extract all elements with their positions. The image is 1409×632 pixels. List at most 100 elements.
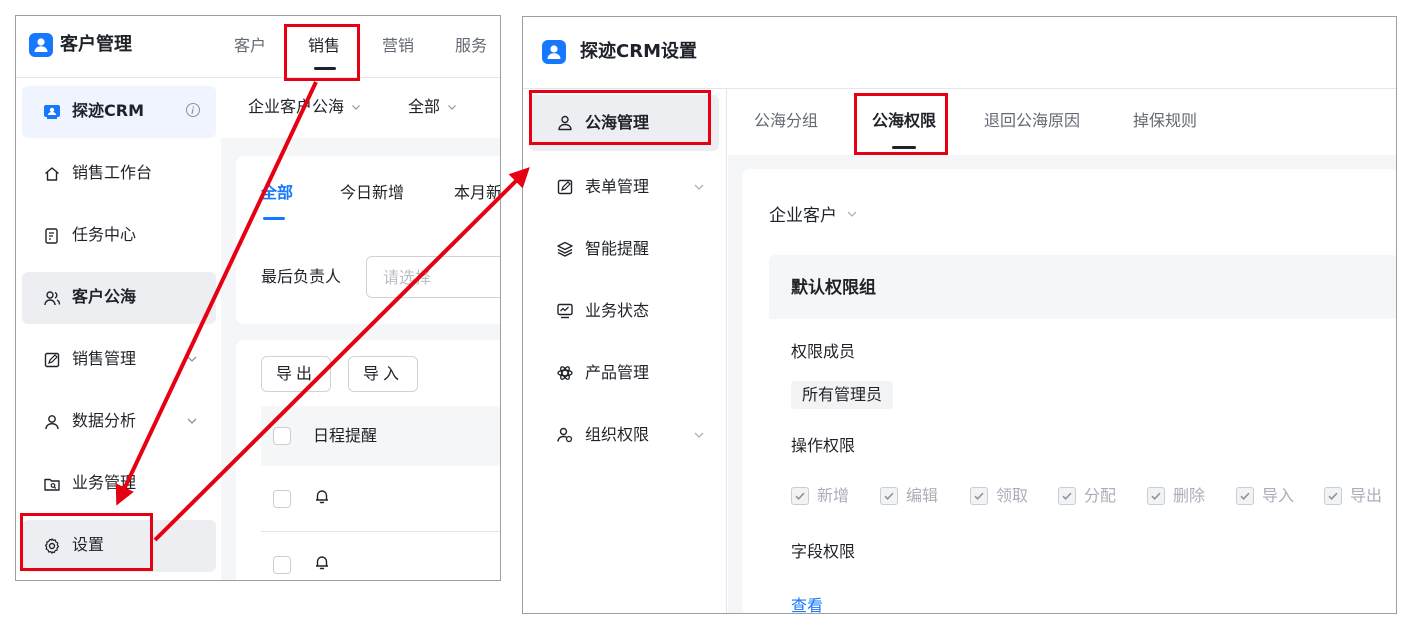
filter-toolbar: 企业客户公海 全部 bbox=[221, 78, 500, 138]
import-button[interactable]: 导入 bbox=[348, 356, 419, 392]
permission-label: 新增 bbox=[817, 486, 850, 505]
customer-list-card: 导出 导入 日程提醒 bbox=[236, 340, 500, 580]
sidebar-item-customer-pool[interactable]: 客户公海 bbox=[22, 272, 216, 324]
sidebar-item-label: 数据分析 bbox=[72, 411, 137, 430]
chevron-down-icon bbox=[845, 204, 859, 228]
view-fields-link[interactable]: 查看 bbox=[791, 595, 823, 613]
chevron-down-icon bbox=[691, 179, 707, 195]
checked-checkbox[interactable] bbox=[970, 487, 988, 505]
bell-icon[interactable] bbox=[313, 553, 331, 571]
sidebar-item-label: 探迹CRM bbox=[72, 101, 144, 120]
chevron-down-icon bbox=[446, 97, 458, 119]
permission-label: 导入 bbox=[1262, 486, 1295, 505]
folder-search-icon bbox=[43, 475, 61, 493]
sidebar-item-product-management[interactable]: 产品管理 bbox=[529, 345, 719, 401]
checked-checkbox[interactable] bbox=[1147, 487, 1165, 505]
sidebar-item-label: 任务中心 bbox=[72, 225, 137, 244]
sidebar-item-label: 公海管理 bbox=[585, 113, 650, 132]
checked-checkbox[interactable] bbox=[880, 487, 898, 505]
sidebar-item-label: 业务状态 bbox=[585, 301, 650, 320]
checked-checkbox[interactable] bbox=[1236, 487, 1254, 505]
top-tab-sales[interactable]: 销售 bbox=[308, 35, 340, 57]
sidebar-item-settings[interactable]: 设置 bbox=[22, 520, 216, 572]
row-checkbox[interactable] bbox=[273, 490, 291, 508]
table-header: 日程提醒 bbox=[261, 406, 500, 466]
dropdown-value: 企业客户 bbox=[769, 206, 837, 226]
sidebar-item-data-analysis[interactable]: 数据分析 bbox=[22, 396, 216, 448]
people-icon bbox=[43, 413, 61, 431]
sidebar-item-pool-management[interactable]: 公海管理 bbox=[529, 95, 719, 151]
checked-checkbox[interactable] bbox=[791, 487, 809, 505]
top-tab-customer[interactable]: 客户 bbox=[234, 35, 266, 57]
form-icon bbox=[556, 178, 574, 196]
sidebar-item-business-status[interactable]: 业务状态 bbox=[529, 283, 719, 339]
tab-return-reasons[interactable]: 退回公海原因 bbox=[984, 110, 1080, 132]
tab-pool-permissions[interactable]: 公海权限 bbox=[872, 110, 936, 132]
settings-title: 探迹CRM设置 bbox=[580, 41, 697, 62]
filter-card: 全部 今日新增 本月新 最后负责人 bbox=[236, 156, 500, 324]
sidebar-item-label: 产品管理 bbox=[585, 363, 650, 382]
permission-card: 企业客户 默认权限组 权限成员 所有管理员 操作权限 新增 编辑 领取 分配 删… bbox=[742, 169, 1396, 613]
settings-tabbar: 公海分组 公海权限 退回公海原因 掉保规则 bbox=[728, 89, 1396, 155]
checked-checkbox[interactable] bbox=[1324, 487, 1342, 505]
permission-label: 导出 bbox=[1350, 486, 1383, 505]
info-icon[interactable] bbox=[185, 102, 201, 118]
pool-type-dropdown[interactable]: 企业客户公海 bbox=[248, 96, 362, 119]
owner-select-input[interactable] bbox=[366, 256, 500, 298]
scope-dropdown[interactable]: 全部 bbox=[408, 96, 458, 119]
users-icon bbox=[43, 289, 61, 307]
sidebar-item-sales-workbench[interactable]: 销售工作台 bbox=[22, 148, 216, 200]
settings-sidebar: 公海管理 表单管理 智能提醒 业务状态 产品管理 组织权限 bbox=[523, 89, 727, 613]
chevron-down-icon bbox=[184, 351, 200, 367]
sidebar-item-task-center[interactable]: 任务中心 bbox=[22, 210, 216, 262]
app-logo-icon bbox=[29, 33, 53, 57]
customer-pool-content: 企业客户公海 全部 全部 今日新增 本月新 最后负责人 导出 导入 日程提醒 bbox=[221, 78, 500, 580]
member-tag: 所有管理员 bbox=[791, 381, 894, 409]
edit-icon bbox=[43, 351, 61, 369]
checked-checkbox[interactable] bbox=[1058, 487, 1076, 505]
sidebar-item-label: 业务管理 bbox=[72, 473, 137, 492]
table-row bbox=[261, 532, 500, 580]
permission-label: 分配 bbox=[1084, 486, 1117, 505]
sidebar-item-org-permissions[interactable]: 组织权限 bbox=[529, 407, 719, 463]
active-subtab-indicator bbox=[263, 217, 285, 220]
table-row bbox=[261, 466, 500, 532]
column-header-schedule: 日程提醒 bbox=[313, 426, 378, 445]
sidebar-item-crm[interactable]: 探迹CRM bbox=[22, 86, 216, 138]
bell-icon[interactable] bbox=[313, 487, 331, 505]
task-icon bbox=[43, 227, 61, 245]
home-icon bbox=[43, 165, 61, 183]
customer-management-window: 客户管理 客户 销售 营销 服务 探迹CRM 销售工作台 任务中心 客户公海 销… bbox=[15, 15, 501, 581]
pool-permission-content: 公海分组 公海权限 退回公海原因 掉保规则 企业客户 默认权限组 权限成员 所有… bbox=[728, 89, 1396, 613]
sidebar-item-label: 智能提醒 bbox=[585, 239, 650, 258]
sidebar-item-sales-management[interactable]: 销售管理 bbox=[22, 334, 216, 386]
tab-pool-groups[interactable]: 公海分组 bbox=[754, 110, 818, 132]
sidebar-item-business-management[interactable]: 业务管理 bbox=[22, 458, 216, 510]
members-label: 权限成员 bbox=[791, 342, 856, 361]
top-tab-marketing[interactable]: 营销 bbox=[382, 35, 414, 57]
sidebar-item-form-management[interactable]: 表单管理 bbox=[529, 159, 719, 215]
permission-group-title: 默认权限组 bbox=[791, 278, 876, 298]
sidebar-item-label: 客户公海 bbox=[72, 287, 137, 306]
permission-group-header: 默认权限组 bbox=[769, 255, 1396, 319]
sidebar-item-smart-reminder[interactable]: 智能提醒 bbox=[529, 221, 719, 277]
subtab-all[interactable]: 全部 bbox=[261, 182, 293, 204]
fields-label: 字段权限 bbox=[791, 542, 856, 561]
subtab-today-new[interactable]: 今日新增 bbox=[340, 182, 404, 204]
sidebar-item-label: 销售管理 bbox=[72, 349, 137, 368]
row-checkbox[interactable] bbox=[273, 556, 291, 574]
sidebar-item-label: 销售工作台 bbox=[72, 163, 153, 182]
subtab-month-new[interactable]: 本月新 bbox=[454, 182, 500, 204]
gear-icon bbox=[43, 537, 61, 555]
top-tab-service[interactable]: 服务 bbox=[455, 35, 487, 57]
customer-type-dropdown[interactable]: 企业客户 bbox=[769, 204, 859, 228]
tab-drop-rules[interactable]: 掉保规则 bbox=[1133, 110, 1197, 132]
org-icon bbox=[556, 426, 574, 444]
active-tab-indicator bbox=[892, 146, 916, 149]
export-button[interactable]: 导出 bbox=[261, 356, 332, 392]
sidebar: 探迹CRM 销售工作台 任务中心 客户公海 销售管理 数据分析 业务管理 设置 bbox=[16, 78, 221, 580]
select-all-checkbox[interactable] bbox=[273, 427, 291, 445]
sidebar-item-label: 组织权限 bbox=[585, 425, 650, 444]
app-logo-icon bbox=[542, 40, 566, 64]
monitor-icon bbox=[556, 302, 574, 320]
